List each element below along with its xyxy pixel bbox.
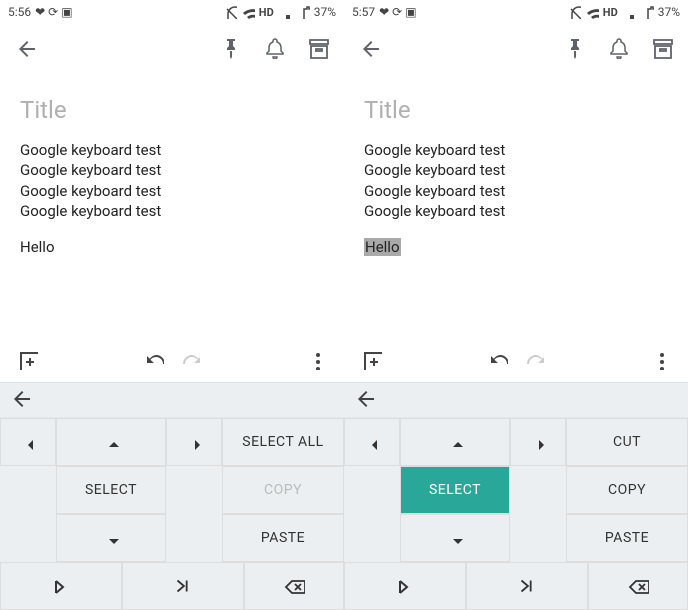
keyboard-back-button[interactable] — [354, 387, 376, 413]
keyboard-back-row — [344, 382, 688, 418]
note-line[interactable]: Google keyboard test — [20, 140, 324, 160]
line-end-key[interactable] — [466, 562, 588, 610]
keyboard-back-row — [0, 382, 344, 418]
keyboard-toolbar — [0, 338, 344, 382]
cursor-up-key[interactable] — [400, 418, 510, 466]
note-title[interactable]: Title — [20, 96, 324, 124]
note-editor[interactable]: Title Google keyboard test Google keyboa… — [344, 72, 688, 338]
more-button[interactable] — [642, 342, 678, 378]
battery-icon — [640, 5, 654, 19]
back-button[interactable] — [350, 28, 390, 68]
signal-icon — [278, 5, 292, 19]
phone-left: 5:56 ❤ ⟳ ▣ HD 37% Title Google keyboard … — [0, 0, 344, 610]
reminder-button[interactable] — [254, 28, 294, 68]
app-bar — [344, 24, 688, 72]
copy-key[interactable]: COPY — [566, 466, 688, 514]
hd-indicator: HD — [259, 6, 274, 19]
add-button[interactable] — [10, 342, 46, 378]
cursor-left-key[interactable] — [0, 418, 56, 466]
pin-button[interactable] — [554, 28, 594, 68]
keyboard-bottom-row — [344, 562, 688, 610]
note-editor[interactable]: Title Google keyboard test Google keyboa… — [0, 72, 344, 338]
status-app-icons: ❤ ⟳ ▣ — [379, 5, 416, 19]
selected-text[interactable]: Hello — [364, 238, 401, 256]
line-start-key[interactable] — [344, 562, 466, 610]
status-app-icons: ❤ ⟳ ▣ — [35, 5, 72, 19]
note-line[interactable]: Google keyboard test — [20, 201, 324, 221]
keyboard-back-button[interactable] — [10, 387, 32, 413]
app-bar — [0, 24, 344, 72]
undo-button[interactable] — [480, 342, 516, 378]
note-line[interactable]: Google keyboard test — [364, 160, 668, 180]
back-button[interactable] — [6, 28, 46, 68]
status-time: 5:56 — [8, 5, 31, 19]
paste-key[interactable]: PASTE — [222, 514, 344, 562]
keyboard-cursor-pad: CUT SELECT COPY PASTE — [344, 418, 688, 562]
paste-key[interactable]: PASTE — [566, 514, 688, 562]
cursor-left-key[interactable] — [344, 418, 400, 466]
cursor-down-key[interactable] — [400, 514, 510, 562]
battery-pct: 37% — [314, 5, 336, 19]
note-line-hello[interactable]: Hello — [20, 237, 324, 257]
cursor-down-key[interactable] — [56, 514, 166, 562]
more-button[interactable] — [298, 342, 334, 378]
note-title[interactable]: Title — [364, 96, 668, 124]
mute-icon — [567, 5, 581, 19]
status-bar: 5:57 ❤ ⟳ ▣ HD 37% — [344, 0, 688, 24]
status-bar: 5:56 ❤ ⟳ ▣ HD 37% — [0, 0, 344, 24]
line-end-key[interactable] — [122, 562, 244, 610]
add-button[interactable] — [354, 342, 390, 378]
pin-button[interactable] — [210, 28, 250, 68]
cursor-right-key[interactable] — [166, 418, 222, 466]
note-line[interactable]: Google keyboard test — [364, 181, 668, 201]
keyboard-toolbar — [344, 338, 688, 382]
note-line[interactable]: Google keyboard test — [20, 160, 324, 180]
signal-icon — [622, 5, 636, 19]
keyboard-cursor-pad: SELECT ALL SELECT COPY PASTE — [0, 418, 344, 562]
redo-button[interactable] — [516, 342, 552, 378]
phone-right: 5:57 ❤ ⟳ ▣ HD 37% Title Google keyboard … — [344, 0, 688, 610]
select-key-active[interactable]: SELECT — [400, 466, 510, 514]
battery-icon — [296, 5, 310, 19]
backspace-key[interactable] — [588, 562, 688, 610]
wifi-icon — [241, 5, 255, 19]
status-time: 5:57 — [352, 5, 375, 19]
backspace-key[interactable] — [244, 562, 344, 610]
note-line[interactable]: Google keyboard test — [364, 140, 668, 160]
cursor-right-key[interactable] — [510, 418, 566, 466]
line-start-key[interactable] — [0, 562, 122, 610]
cut-key[interactable]: CUT — [566, 418, 688, 466]
note-line[interactable]: Google keyboard test — [20, 181, 324, 201]
mute-icon — [223, 5, 237, 19]
archive-button[interactable] — [642, 28, 682, 68]
battery-pct: 37% — [658, 5, 680, 19]
reminder-button[interactable] — [598, 28, 638, 68]
hd-indicator: HD — [603, 6, 618, 19]
note-line-hello-selected[interactable]: Hello — [364, 237, 668, 257]
redo-button[interactable] — [172, 342, 208, 378]
copy-key[interactable]: COPY — [222, 466, 344, 514]
select-all-key[interactable]: SELECT ALL — [222, 418, 344, 466]
archive-button[interactable] — [298, 28, 338, 68]
undo-button[interactable] — [136, 342, 172, 378]
cursor-up-key[interactable] — [56, 418, 166, 466]
keyboard-bottom-row — [0, 562, 344, 610]
note-line[interactable]: Google keyboard test — [364, 201, 668, 221]
wifi-icon — [585, 5, 599, 19]
select-key[interactable]: SELECT — [56, 466, 166, 514]
